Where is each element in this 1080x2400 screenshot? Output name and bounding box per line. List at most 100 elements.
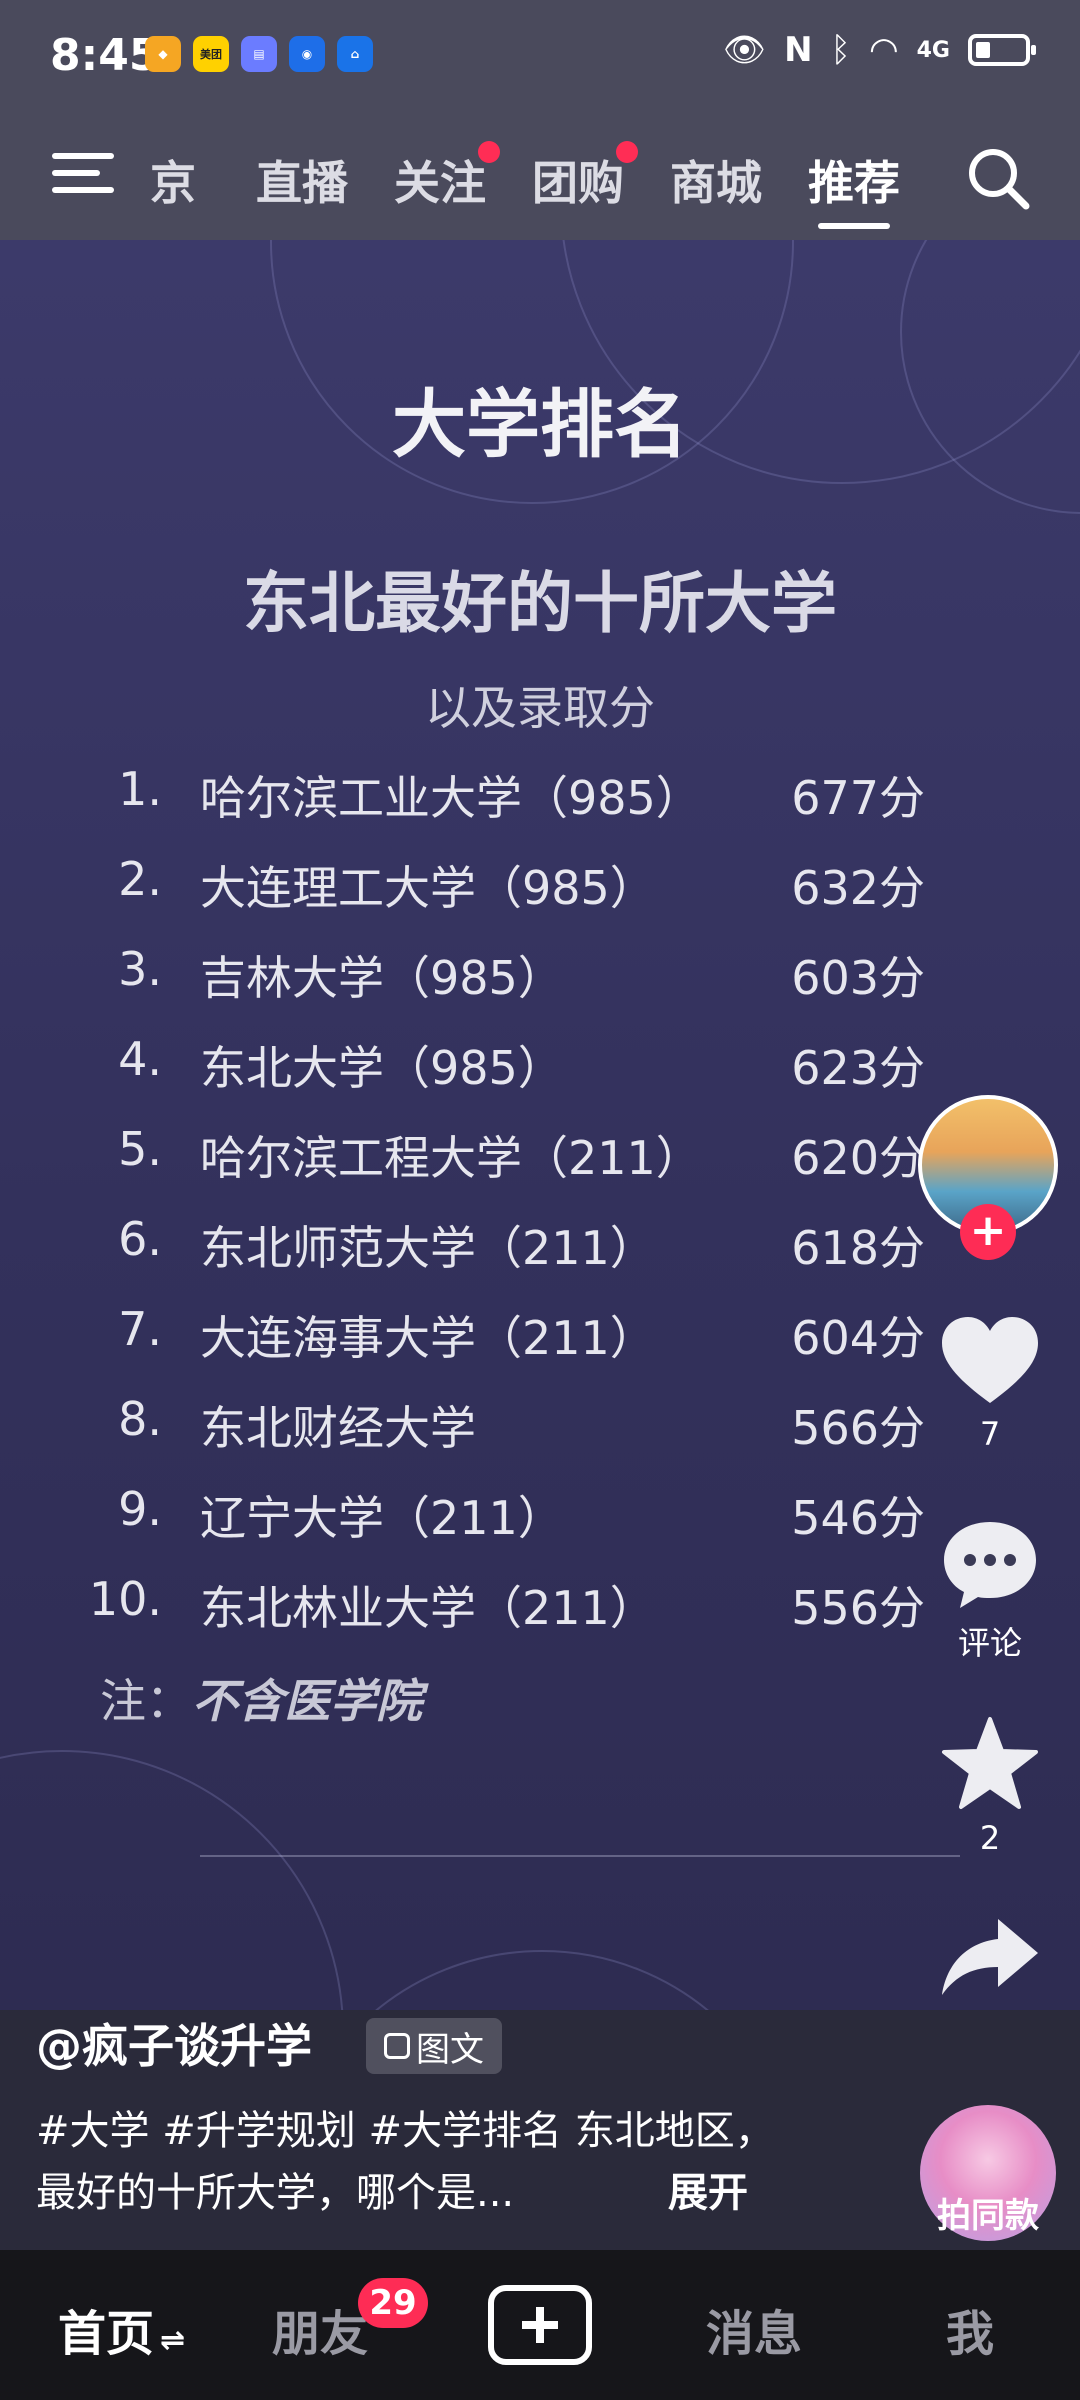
university-name: 哈尔滨工程大学（211）	[200, 1131, 702, 1185]
comment-label: 评论	[957, 1624, 1022, 1662]
heart-icon	[942, 1317, 1038, 1403]
university-name: 吉林大学（985）	[200, 951, 564, 1005]
status-indicators: 👁 N ᛒ ◠ 4G	[722, 30, 1036, 70]
like-count: 7	[979, 1415, 1001, 1453]
tab-friends[interactable]: 朋友	[272, 2294, 368, 2364]
admission-score: 677分	[791, 771, 925, 825]
divider	[200, 1855, 960, 1857]
status-bar: 8:45 ◆ 美团 ▤ ◉ ⌂ 👁 N ᛒ ◠ 4G	[0, 0, 1080, 110]
search-icon[interactable]	[965, 145, 1031, 211]
app-notification-icon: ⌂	[337, 36, 373, 72]
ranking-row: 4. 东北大学（985） 623分	[0, 1032, 1080, 1102]
nfc-icon: N	[784, 30, 813, 70]
like-button[interactable]: 7	[930, 1315, 1050, 1453]
tab-mall[interactable]: 商城	[670, 147, 762, 213]
meituan-icon: 美团	[193, 36, 229, 72]
author-name[interactable]: @疯子谈升学	[36, 2010, 312, 2076]
admission-score: 603分	[791, 951, 925, 1005]
ranking-row: 8. 东北财经大学 566分	[0, 1392, 1080, 1462]
notification-icons: ◆ 美团 ▤ ◉ ⌂	[145, 36, 373, 72]
admission-score: 546分	[791, 1491, 925, 1545]
active-tab-underline	[818, 223, 890, 229]
admission-score: 618分	[791, 1221, 925, 1275]
tab-recommended[interactable]: 推荐	[808, 147, 900, 213]
rank-number: 1.	[118, 762, 162, 816]
post-subtitle: 东北最好的十所大学	[243, 565, 837, 642]
tab-home-label: 首页	[58, 2306, 155, 2362]
same-style-label[interactable]: 拍同款	[905, 2188, 1071, 2237]
tab-partial-city[interactable]: 京	[150, 147, 196, 213]
university-name: 大连海事大学（211）	[200, 1311, 656, 1365]
app-notification-icon: ◆	[145, 36, 181, 72]
favorite-button[interactable]: 2	[930, 1715, 1050, 1857]
tab-live[interactable]: 直播	[256, 147, 348, 213]
comment-button[interactable]: 评论	[930, 1518, 1050, 1664]
expand-link[interactable]: 展开	[668, 2162, 748, 2224]
university-name: 大连理工大学（985）	[200, 861, 656, 915]
rank-number: 3.	[118, 942, 162, 996]
tab-group-buy[interactable]: 团购	[532, 141, 638, 213]
tab-following[interactable]: 关注	[394, 141, 500, 213]
footnote-text: 不含医学院	[192, 1674, 422, 1728]
ranking-row: 3. 吉林大学（985） 603分	[0, 942, 1080, 1012]
status-time: 8:45	[50, 30, 160, 81]
wifi-icon: ◠	[868, 30, 899, 70]
admission-score: 566分	[791, 1401, 925, 1455]
star-icon	[942, 1717, 1038, 1809]
rank-number: 7.	[118, 1302, 162, 1356]
bluetooth-icon: ᛒ	[830, 30, 851, 70]
tab-me[interactable]: 我	[946, 2294, 994, 2364]
app-notification-icon: ▤	[241, 36, 277, 72]
admission-score: 620分	[791, 1131, 925, 1185]
share-icon	[942, 1919, 1038, 1995]
signal-icon: 4G	[916, 37, 950, 63]
university-name: 东北财经大学	[200, 1401, 476, 1455]
university-name: 辽宁大学（211）	[200, 1491, 564, 1545]
ranking-row: 2. 大连理工大学（985） 632分	[0, 852, 1080, 922]
unread-dot	[616, 141, 638, 163]
rank-number: 6.	[118, 1212, 162, 1266]
comment-icon	[944, 1522, 1036, 1608]
decorative-circle	[280, 1950, 804, 2010]
create-button[interactable]	[488, 2285, 592, 2365]
university-name: 哈尔滨工业大学（985）	[200, 771, 702, 825]
ranking-row: 10. 东北林业大学（211） 556分	[0, 1572, 1080, 1642]
battery-icon	[968, 34, 1036, 66]
plus-icon	[522, 2307, 558, 2343]
ranking-row: 9. 辽宁大学（211） 546分	[0, 1482, 1080, 1552]
rank-number: 10.	[88, 1572, 162, 1626]
rank-number: 2.	[118, 852, 162, 906]
ranking-row: 1. 哈尔滨工业大学（985） 677分	[0, 762, 1080, 832]
menu-icon[interactable]	[52, 153, 114, 199]
switch-icon: ⇌	[160, 2323, 186, 2358]
decorative-circle	[0, 1750, 344, 2010]
ranking-row: 6. 东北师范大学（211） 618分	[0, 1212, 1080, 1282]
top-nav: 京 直播 关注 团购 商城 推荐	[0, 135, 1080, 229]
rank-number: 8.	[118, 1392, 162, 1446]
ranking-row: 7. 大连海事大学（211） 604分	[0, 1302, 1080, 1372]
post-type-badge: 图文	[366, 2018, 502, 2074]
friends-badge: 29	[358, 2278, 428, 2328]
admission-score: 632分	[791, 861, 925, 915]
rank-number: 5.	[118, 1122, 162, 1176]
university-name: 东北林业大学（211）	[200, 1581, 656, 1635]
favorite-count: 2	[979, 1819, 1001, 1857]
admission-score: 623分	[791, 1041, 925, 1095]
eye-icon: 👁	[722, 30, 767, 70]
image-text-icon	[384, 2033, 410, 2059]
rank-number: 4.	[118, 1032, 162, 1086]
app-notification-icon: ◉	[289, 36, 325, 72]
tab-home[interactable]: 首页 ⇌	[58, 2294, 185, 2364]
rank-number: 9.	[118, 1482, 162, 1536]
footnote-label: 注：	[100, 1674, 192, 1728]
university-name: 东北师范大学（211）	[200, 1221, 656, 1275]
unread-dot	[478, 141, 500, 163]
admission-score: 556分	[791, 1581, 925, 1635]
follow-button[interactable]: +	[960, 1204, 1016, 1260]
post-type-label: 图文	[416, 2029, 484, 2070]
post-image[interactable]: 大学排名 东北最好的十所大学 以及录取分 1. 哈尔滨工业大学（985） 677…	[0, 240, 1080, 2010]
admission-score: 604分	[791, 1311, 925, 1365]
tab-messages[interactable]: 消息	[706, 2294, 802, 2364]
university-name: 东北大学（985）	[200, 1041, 564, 1095]
footnote: 注：不含医学院	[100, 1665, 422, 1731]
